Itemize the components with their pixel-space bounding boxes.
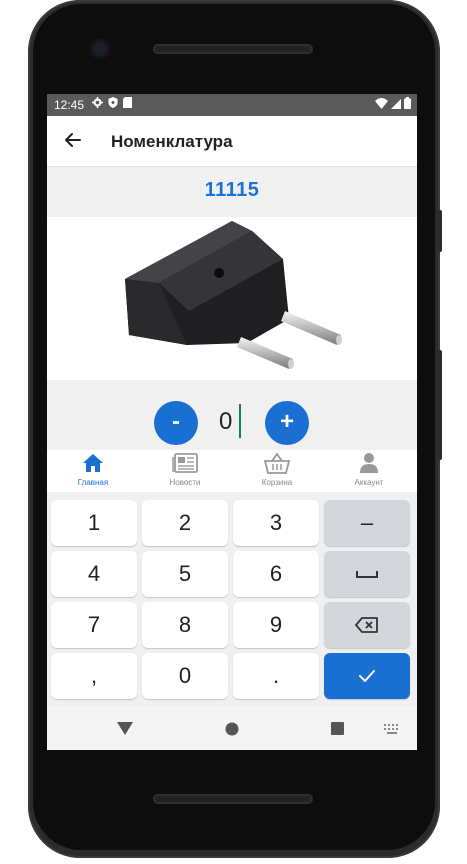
key-done[interactable]: [324, 653, 410, 699]
newspaper-icon: [139, 452, 231, 474]
text-caret: [239, 404, 241, 438]
power-button: [437, 350, 442, 460]
screen: 12:45 Номенклатура 11115 - 0 + Главная Н…: [47, 94, 417, 750]
key-space[interactable]: [324, 551, 410, 597]
nav-cart[interactable]: Корзина: [231, 452, 323, 487]
front-camera: [93, 42, 107, 56]
wifi-icon: [375, 97, 388, 112]
key-backspace[interactable]: [324, 602, 410, 648]
key-4[interactable]: 4: [51, 551, 137, 597]
key-1[interactable]: 1: [51, 500, 137, 546]
volume-button: [437, 210, 442, 252]
top-speaker: [153, 44, 313, 54]
user-icon: [323, 452, 415, 474]
numeric-keyboard: 1 2 3 – 4 5 6 7 8 9 , 0 .: [47, 492, 417, 706]
nav-home[interactable]: Главная: [47, 452, 139, 487]
sd-card-icon: [123, 97, 132, 111]
product-image: [125, 221, 342, 369]
system-nav-bar: [47, 706, 417, 750]
nav-account-label: Аккаунт: [354, 478, 384, 487]
key-minus[interactable]: –: [324, 500, 410, 546]
product-code-bar: 11115: [47, 167, 417, 217]
key-6[interactable]: 6: [233, 551, 319, 597]
product-code: 11115: [204, 179, 260, 201]
plus-button[interactable]: +: [265, 401, 309, 445]
page-title: Номенклатура: [111, 132, 233, 151]
signal-icon: [391, 98, 401, 112]
quantity-input[interactable]: 0: [219, 408, 232, 436]
keyboard-switch-icon[interactable]: [384, 724, 400, 734]
space-icon: [356, 571, 378, 578]
arrow-back-icon[interactable]: [61, 128, 85, 152]
key-0[interactable]: 0: [142, 653, 228, 699]
home-icon: [47, 452, 139, 474]
nav-cart-label: Корзина: [261, 478, 293, 487]
nav-home-label: Главная: [77, 478, 109, 487]
key-2[interactable]: 2: [142, 500, 228, 546]
bottom-speaker: [153, 794, 313, 804]
settings-icon: [92, 97, 103, 111]
backspace-icon: [355, 617, 378, 633]
nav-news-label: Новости: [169, 478, 201, 487]
back-triangle-icon[interactable]: [117, 722, 133, 736]
key-9[interactable]: 9: [233, 602, 319, 648]
key-8[interactable]: 8: [142, 602, 228, 648]
status-bar: 12:45: [47, 94, 417, 116]
check-icon: [359, 670, 375, 682]
bottom-navigation: Главная Новости Корзина Аккаунт: [47, 450, 417, 492]
quantity-bar: - 0 +: [47, 380, 417, 450]
product-image-area: [47, 217, 417, 380]
key-comma[interactable]: ,: [51, 653, 137, 699]
recents-square-icon[interactable]: [331, 722, 344, 735]
battery-icon: [404, 97, 411, 112]
key-period[interactable]: .: [233, 653, 319, 699]
key-5[interactable]: 5: [142, 551, 228, 597]
basket-icon: [231, 452, 323, 474]
key-3[interactable]: 3: [233, 500, 319, 546]
home-circle-icon[interactable]: [225, 722, 239, 736]
nav-account[interactable]: Аккаунт: [323, 452, 415, 487]
app-bar: Номенклатура: [47, 116, 417, 167]
key-7[interactable]: 7: [51, 602, 137, 648]
nav-news[interactable]: Новости: [139, 452, 231, 487]
status-time: 12:45: [54, 98, 85, 112]
shield-icon: [108, 97, 118, 111]
minus-button[interactable]: -: [154, 401, 198, 445]
